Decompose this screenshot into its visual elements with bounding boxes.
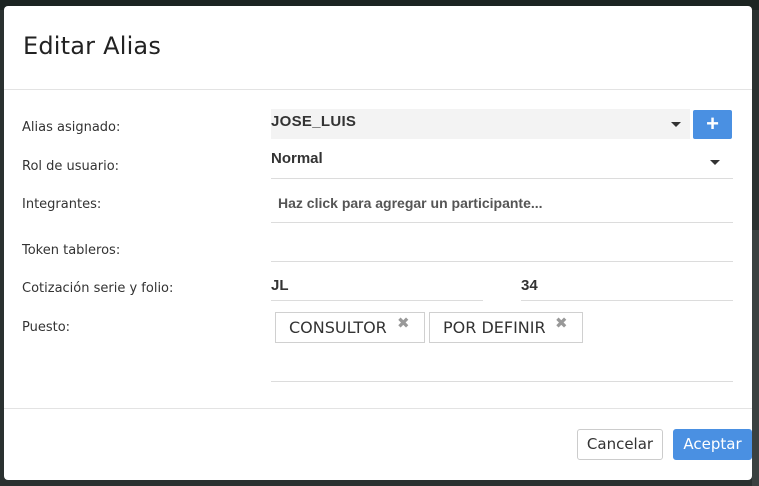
background-app-content [752, 230, 759, 486]
plus-icon: + [706, 111, 719, 136]
modal-header: Editar Alias [4, 6, 752, 90]
token-input[interactable] [271, 223, 733, 262]
alias-value: JOSE_LUIS [271, 113, 357, 130]
rol-value: Normal [271, 150, 323, 167]
modal-title: Editar Alias [23, 32, 162, 60]
rol-select[interactable]: Normal [271, 146, 733, 179]
tag-por-definir: POR DEFINIR ✖ [429, 312, 583, 343]
serie-input[interactable]: JL [271, 262, 483, 301]
edit-alias-modal: Editar Alias Alias asignado: JOSE_LUIS +… [4, 6, 752, 480]
folio-value: 34 [521, 277, 538, 294]
tag-consultor: CONSULTOR ✖ [275, 312, 425, 343]
cancel-button[interactable]: Cancelar [577, 429, 663, 460]
rol-label: Rol de usuario: [22, 159, 120, 174]
tag-label: CONSULTOR [289, 318, 387, 337]
cotizacion-label: Cotización serie y folio: [22, 281, 174, 296]
chevron-down-icon [671, 122, 681, 127]
modal-footer: Cancelar Aceptar [4, 408, 752, 480]
close-icon[interactable]: ✖ [555, 314, 568, 332]
folio-input[interactable]: 34 [521, 262, 733, 301]
add-alias-button[interactable]: + [693, 110, 732, 139]
accept-button[interactable]: Aceptar [673, 429, 752, 460]
alias-select[interactable]: JOSE_LUIS [271, 109, 690, 139]
serie-value: JL [271, 277, 289, 294]
integrantes-input[interactable]: Haz click para agregar un participante..… [271, 182, 733, 223]
close-icon[interactable]: ✖ [397, 314, 410, 332]
alias-label: Alias asignado: [22, 120, 121, 135]
integrantes-placeholder: Haz click para agregar un participante..… [278, 195, 543, 211]
integrantes-label: Integrantes: [22, 197, 102, 212]
token-label: Token tableros: [22, 243, 121, 258]
tag-label: POR DEFINIR [443, 318, 546, 337]
chevron-down-icon [710, 160, 720, 165]
puesto-label: Puesto: [22, 320, 71, 335]
